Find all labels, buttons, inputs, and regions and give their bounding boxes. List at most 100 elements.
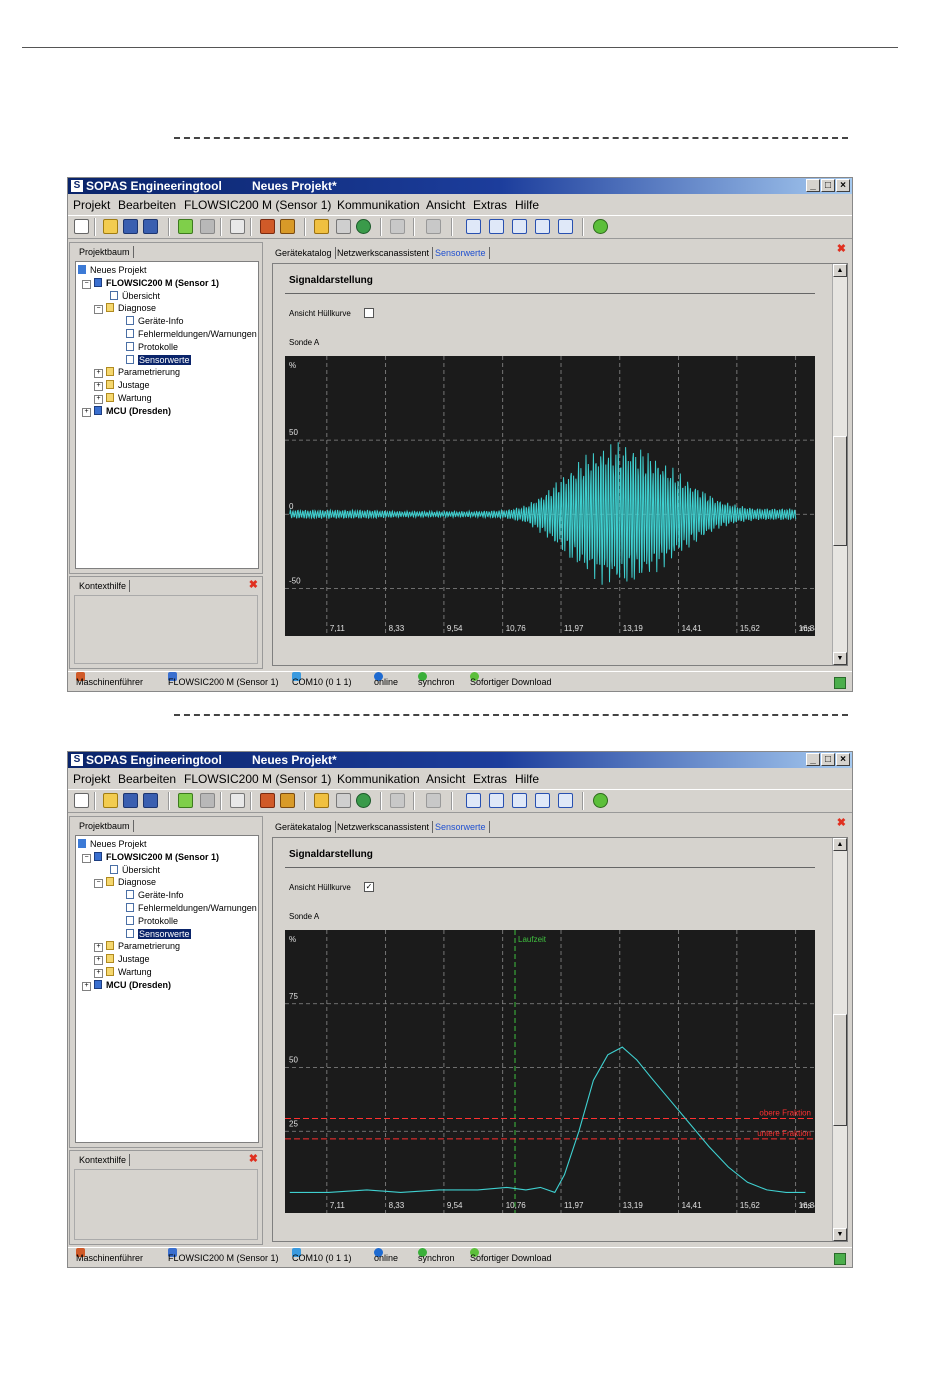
tree-item-mcu-dresden[interactable]: MCU (Dresden) bbox=[94, 979, 171, 991]
close-button[interactable]: × bbox=[836, 753, 850, 766]
tree-item-geraete-info[interactable]: Geräte-Info bbox=[126, 890, 184, 901]
save-all-icon[interactable] bbox=[143, 793, 158, 808]
tree-item-parametrierung[interactable]: Parametrierung bbox=[106, 367, 180, 378]
scroll-down-button[interactable]: ▼ bbox=[833, 1228, 847, 1241]
layout-1-icon[interactable] bbox=[466, 219, 481, 234]
scroll-down-button[interactable]: ▼ bbox=[833, 652, 847, 665]
layout-4-icon[interactable] bbox=[535, 219, 550, 234]
tab-netzwerkscanassistent[interactable]: Netzwerkscanassistent bbox=[334, 247, 434, 259]
tree-item-wartung[interactable]: Wartung bbox=[106, 967, 152, 978]
open-folder-icon[interactable] bbox=[103, 793, 118, 808]
collapse-icon[interactable]: − bbox=[94, 305, 103, 315]
tree-item-sensorwerte[interactable]: Sensorwerte bbox=[126, 928, 191, 940]
menu-item[interactable]: FLOWSIC200 M (Sensor 1) bbox=[184, 196, 331, 214]
tree-item-diagnose[interactable]: Diagnose bbox=[106, 303, 156, 314]
menu-item[interactable]: Hilfe bbox=[515, 196, 539, 214]
device-search-icon[interactable] bbox=[356, 793, 371, 808]
expand-icon[interactable]: + bbox=[94, 382, 103, 392]
minimize-button[interactable]: _ bbox=[806, 753, 820, 766]
menu-item[interactable]: Kommunikation bbox=[337, 770, 420, 788]
tab-kontexthilfe[interactable]: Kontexthilfe bbox=[76, 1154, 131, 1166]
menu-item[interactable]: Ansicht bbox=[426, 196, 465, 214]
device-search-icon[interactable] bbox=[356, 219, 371, 234]
collapse-icon[interactable]: − bbox=[82, 279, 91, 289]
menu-item[interactable]: Extras bbox=[473, 770, 507, 788]
forward-arrow-icon[interactable] bbox=[200, 793, 215, 808]
expand-icon[interactable]: + bbox=[82, 407, 91, 417]
download-icon[interactable] bbox=[426, 219, 441, 234]
tab-projektbaum[interactable]: Projektbaum bbox=[76, 820, 134, 832]
menu-item[interactable]: Projekt bbox=[73, 770, 110, 788]
save-icon[interactable] bbox=[123, 793, 138, 808]
new-file-icon[interactable] bbox=[74, 793, 89, 808]
tree-item-geraete-info[interactable]: Geräte-Info bbox=[126, 316, 184, 327]
title-bar[interactable]: S SOPAS Engineeringtool Neues Projekt* _ □ × bbox=[68, 178, 852, 194]
close-button[interactable]: × bbox=[836, 179, 850, 192]
tree-item-wartung[interactable]: Wartung bbox=[106, 393, 152, 404]
expand-icon[interactable]: + bbox=[94, 969, 103, 978]
menu-item[interactable]: Extras bbox=[473, 196, 507, 214]
layout-2-icon[interactable] bbox=[489, 793, 504, 808]
menu-item[interactable]: Bearbeiten bbox=[118, 770, 176, 788]
tree-item-sensorwerte[interactable]: Sensorwerte bbox=[126, 354, 191, 366]
user-logout-icon[interactable] bbox=[280, 793, 295, 808]
user-logout-icon[interactable] bbox=[280, 219, 295, 234]
menu-item[interactable]: Hilfe bbox=[515, 770, 539, 788]
close-editor-icon[interactable]: ✖ bbox=[837, 242, 846, 255]
vertical-scrollbar[interactable]: ▲ ▼ bbox=[832, 838, 847, 1241]
help-icon[interactable] bbox=[593, 793, 608, 808]
menu-item[interactable]: Projekt bbox=[73, 196, 110, 214]
collapse-icon[interactable]: − bbox=[82, 853, 91, 863]
tab-projektbaum[interactable]: Projektbaum bbox=[76, 246, 134, 258]
close-editor-icon[interactable]: ✖ bbox=[837, 816, 846, 829]
tree-item-mcu-dresden[interactable]: MCU (Dresden) bbox=[94, 405, 171, 417]
tree-item-protokolle[interactable]: Protokolle bbox=[126, 341, 178, 353]
scroll-thumb[interactable] bbox=[833, 1014, 847, 1126]
vertical-scrollbar[interactable]: ▲ ▼ bbox=[832, 264, 847, 665]
tree-item-justage[interactable]: Justage bbox=[106, 954, 150, 965]
maximize-button[interactable]: □ bbox=[821, 753, 835, 766]
collapse-icon[interactable]: − bbox=[94, 879, 103, 889]
tree-item-parametrierung[interactable]: Parametrierung bbox=[106, 941, 180, 952]
tree-item-fehlermeldungen[interactable]: Fehlermeldungen/Warnungen bbox=[126, 903, 257, 914]
tree-item-protokolle[interactable]: Protokolle bbox=[126, 915, 178, 927]
layout-3-icon[interactable] bbox=[512, 793, 527, 808]
tree-item-flowsic200[interactable]: FLOWSIC200 M (Sensor 1) bbox=[94, 851, 219, 863]
envelope-checkbox[interactable] bbox=[364, 308, 374, 318]
maximize-button[interactable]: □ bbox=[821, 179, 835, 192]
layout-1-icon[interactable] bbox=[466, 793, 481, 808]
tab-sensorwerte[interactable]: Sensorwerte bbox=[432, 247, 490, 259]
print-icon[interactable] bbox=[230, 219, 245, 234]
new-file-icon[interactable] bbox=[74, 219, 89, 234]
scroll-up-button[interactable]: ▲ bbox=[833, 264, 847, 277]
layout-2-icon[interactable] bbox=[489, 219, 504, 234]
tree-item-neues-projekt[interactable]: Neues Projekt bbox=[78, 265, 147, 276]
upload-icon[interactable] bbox=[390, 219, 405, 234]
forward-arrow-icon[interactable] bbox=[200, 219, 215, 234]
tree-item-uebersicht[interactable]: Übersicht bbox=[110, 864, 160, 876]
menu-item[interactable]: FLOWSIC200 M (Sensor 1) bbox=[184, 770, 331, 788]
connect-icon[interactable] bbox=[314, 793, 329, 808]
layout-4-icon[interactable] bbox=[535, 793, 550, 808]
tree-item-neues-projekt[interactable]: Neues Projekt bbox=[78, 839, 147, 850]
expand-icon[interactable]: + bbox=[94, 943, 103, 953]
open-folder-icon[interactable] bbox=[103, 219, 118, 234]
tab-sensorwerte[interactable]: Sensorwerte bbox=[432, 821, 490, 833]
print-icon[interactable] bbox=[230, 793, 245, 808]
tab-geraetekatalog[interactable]: Gerätekatalog bbox=[272, 821, 336, 833]
back-arrow-icon[interactable] bbox=[178, 219, 193, 234]
layout-5-icon[interactable] bbox=[558, 219, 573, 234]
expand-icon[interactable]: + bbox=[94, 956, 103, 966]
tree-item-flowsic200[interactable]: FLOWSIC200 M (Sensor 1) bbox=[94, 277, 219, 289]
download-icon[interactable] bbox=[426, 793, 441, 808]
back-arrow-icon[interactable] bbox=[178, 793, 193, 808]
menu-item[interactable]: Kommunikation bbox=[337, 196, 420, 214]
tab-netzwerkscanassistent[interactable]: Netzwerkscanassistent bbox=[334, 821, 434, 833]
menu-item[interactable]: Ansicht bbox=[426, 770, 465, 788]
scroll-thumb[interactable] bbox=[833, 436, 847, 546]
scan-icon[interactable] bbox=[336, 793, 351, 808]
tab-geraetekatalog[interactable]: Gerätekatalog bbox=[272, 247, 336, 259]
tree-item-uebersicht[interactable]: Übersicht bbox=[110, 290, 160, 302]
upload-icon[interactable] bbox=[390, 793, 405, 808]
scan-icon[interactable] bbox=[336, 219, 351, 234]
